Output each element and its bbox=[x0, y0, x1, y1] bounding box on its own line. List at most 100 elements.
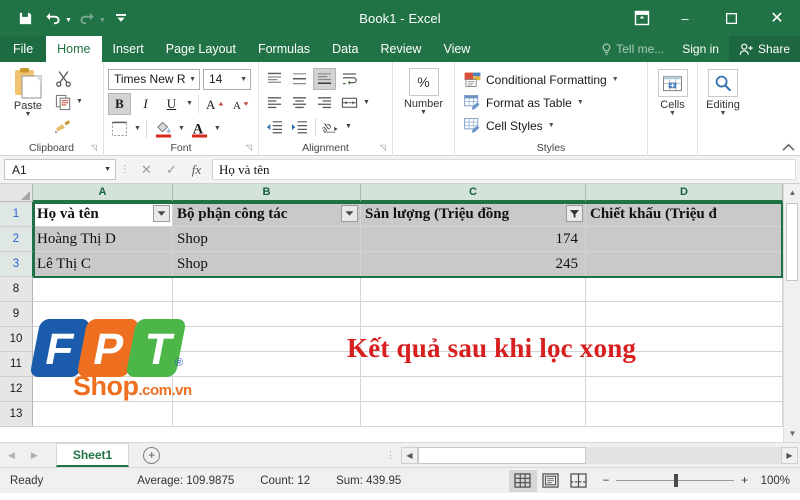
cell-d9[interactable] bbox=[586, 302, 783, 327]
row-header-8[interactable]: 8 bbox=[0, 277, 33, 302]
align-left-icon[interactable] bbox=[263, 92, 286, 114]
cell-b1[interactable]: Bộ phận công tác bbox=[173, 202, 361, 227]
top-align-icon[interactable] bbox=[263, 68, 286, 90]
font-color-icon[interactable]: A bbox=[188, 118, 211, 140]
horizontal-scrollbar[interactable]: ◀ ▶ bbox=[401, 447, 798, 464]
cell-a3[interactable]: Lê Thị C bbox=[33, 252, 173, 277]
cell-b8[interactable] bbox=[173, 277, 361, 302]
redo-dropdown-icon[interactable]: ▼ bbox=[99, 17, 106, 24]
row-header-12[interactable]: 12 bbox=[0, 377, 33, 402]
wrap-text-icon[interactable] bbox=[338, 68, 361, 90]
format-painter-icon[interactable] bbox=[52, 115, 74, 137]
zoom-level-label[interactable]: 100% bbox=[758, 475, 800, 487]
cell-a1[interactable]: Họ và tên bbox=[33, 202, 173, 227]
underline-button[interactable]: U bbox=[160, 93, 183, 115]
customize-qat-icon[interactable] bbox=[108, 5, 134, 31]
bold-button[interactable]: B bbox=[108, 93, 131, 115]
collapse-ribbon-icon[interactable] bbox=[782, 143, 795, 152]
copy-icon[interactable] bbox=[52, 91, 74, 113]
minimize-button[interactable]: – bbox=[662, 0, 708, 36]
grow-font-icon[interactable]: A bbox=[204, 93, 227, 115]
cell-d13[interactable] bbox=[586, 402, 783, 427]
number-dropdown-icon[interactable]: ▼ bbox=[420, 109, 427, 116]
cell-c13[interactable] bbox=[361, 402, 586, 427]
row-header-10[interactable]: 10 bbox=[0, 327, 33, 352]
conditional-formatting-button[interactable]: Conditional Formatting ▼ bbox=[461, 69, 622, 90]
add-sheet-icon[interactable]: + bbox=[143, 446, 161, 464]
cell-a13[interactable] bbox=[33, 402, 173, 427]
tab-review[interactable]: Review bbox=[369, 36, 432, 62]
tab-formulas[interactable]: Formulas bbox=[247, 36, 321, 62]
clipboard-dialog-launcher[interactable]: ◹ bbox=[91, 140, 97, 155]
middle-align-icon[interactable] bbox=[288, 68, 311, 90]
cell-b11[interactable] bbox=[173, 352, 361, 377]
cell-a8[interactable] bbox=[33, 277, 173, 302]
alignment-dialog-launcher[interactable]: ◹ bbox=[380, 140, 386, 155]
column-header-c[interactable]: C bbox=[361, 184, 586, 202]
page-break-preview-icon[interactable] bbox=[565, 470, 593, 492]
undo-icon[interactable] bbox=[40, 5, 66, 31]
redo-icon[interactable] bbox=[74, 5, 100, 31]
center-icon[interactable] bbox=[288, 92, 311, 114]
column-header-b[interactable]: B bbox=[173, 184, 361, 202]
borders-icon[interactable] bbox=[108, 118, 131, 140]
cell-c8[interactable] bbox=[361, 277, 586, 302]
sheet-next-icon[interactable]: ▶ bbox=[31, 450, 38, 461]
undo-dropdown-icon[interactable]: ▼ bbox=[65, 17, 72, 24]
font-dialog-launcher[interactable]: ◹ bbox=[246, 140, 252, 155]
ribbon-display-options-icon[interactable] bbox=[622, 0, 662, 36]
orientation-dropdown-icon[interactable]: ▼ bbox=[345, 123, 352, 130]
tab-view[interactable]: View bbox=[432, 36, 481, 62]
share-button[interactable]: Share bbox=[728, 36, 800, 62]
horizontal-scroll-thumb[interactable] bbox=[418, 447, 586, 464]
zoom-in-button[interactable]: + bbox=[741, 475, 748, 487]
sheet-prev-icon[interactable]: ◀ bbox=[8, 450, 15, 461]
vertical-scroll-thumb[interactable] bbox=[786, 203, 798, 281]
cell-d12[interactable] bbox=[586, 377, 783, 402]
format-as-table-button[interactable]: Format as Table ▼ bbox=[461, 92, 622, 113]
align-right-icon[interactable] bbox=[313, 92, 336, 114]
tab-insert[interactable]: Insert bbox=[102, 36, 155, 62]
row-header-9[interactable]: 9 bbox=[0, 302, 33, 327]
scroll-right-icon[interactable]: ▶ bbox=[781, 447, 798, 464]
zoom-slider-knob[interactable] bbox=[674, 474, 679, 487]
decrease-indent-icon[interactable] bbox=[263, 116, 286, 138]
paste-dropdown-icon[interactable]: ▼ bbox=[25, 111, 32, 118]
name-box[interactable]: A1 ▼ bbox=[4, 159, 116, 180]
fill-color-icon[interactable] bbox=[152, 118, 175, 140]
vertical-scrollbar[interactable]: ▲ ▼ bbox=[783, 184, 800, 442]
cell-b3[interactable]: Shop bbox=[173, 252, 361, 277]
scroll-left-icon[interactable]: ◀ bbox=[401, 447, 418, 464]
bottom-align-icon[interactable] bbox=[313, 68, 336, 90]
cell-d1[interactable]: Chiết khấu (Triệu đ bbox=[586, 202, 783, 227]
cell-c1[interactable]: Sản lượng (Triệu đồng bbox=[361, 202, 586, 227]
number-format-button[interactable]: % Number ▼ bbox=[397, 65, 450, 116]
sign-in-button[interactable]: Sign in bbox=[672, 42, 729, 56]
tab-file[interactable]: File bbox=[0, 36, 47, 62]
formula-input[interactable]: Họ và tên bbox=[212, 159, 796, 180]
zoom-slider[interactable] bbox=[616, 474, 735, 487]
close-button[interactable]: ✕ bbox=[754, 0, 800, 36]
font-color-dropdown-icon[interactable]: ▼ bbox=[214, 125, 221, 132]
orientation-icon[interactable]: ab bbox=[320, 116, 343, 138]
font-size-combo[interactable]: 14 ▼ bbox=[203, 68, 251, 90]
row-header-3[interactable]: 3 bbox=[0, 252, 33, 277]
borders-dropdown-icon[interactable]: ▼ bbox=[134, 125, 141, 132]
save-icon[interactable] bbox=[12, 5, 38, 31]
increase-indent-icon[interactable] bbox=[288, 116, 311, 138]
cell-c3[interactable]: 245 bbox=[361, 252, 586, 277]
cells-dropdown-icon[interactable]: ▼ bbox=[669, 110, 676, 117]
filter-dropdown-b1-icon[interactable] bbox=[341, 205, 358, 222]
enter-formula-icon[interactable]: ✓ bbox=[159, 159, 184, 181]
cut-icon[interactable] bbox=[52, 67, 74, 89]
cell-a2[interactable]: Hoàng Thị D bbox=[33, 227, 173, 252]
cell-b12[interactable] bbox=[173, 377, 361, 402]
column-header-d[interactable]: D bbox=[586, 184, 783, 202]
tab-page-layout[interactable]: Page Layout bbox=[155, 36, 247, 62]
column-header-a[interactable]: A bbox=[33, 184, 173, 202]
cancel-formula-icon[interactable]: ✕ bbox=[134, 159, 159, 181]
cell-b10[interactable] bbox=[173, 327, 361, 352]
row-header-2[interactable]: 2 bbox=[0, 227, 33, 252]
tab-home[interactable]: Home bbox=[46, 36, 102, 62]
cell-b9[interactable] bbox=[173, 302, 361, 327]
